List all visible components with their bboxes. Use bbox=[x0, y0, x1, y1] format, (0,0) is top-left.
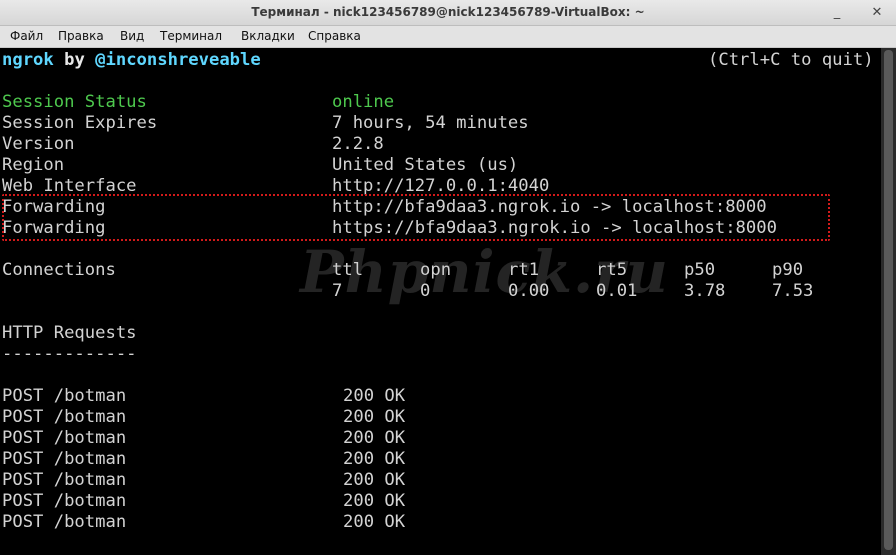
http-requests-title: HTTP Requests bbox=[2, 323, 137, 343]
session-expires-value: 7 hours, 54 minutes bbox=[332, 113, 529, 133]
author-name: @inconshreveable bbox=[95, 50, 261, 70]
session-status-label: Session Status bbox=[2, 92, 147, 112]
scrollbar-thumb[interactable] bbox=[884, 50, 893, 550]
window-title: Терминал - nick123456789@nick123456789-V… bbox=[251, 5, 645, 19]
request-path: POST /botman bbox=[2, 491, 127, 511]
menu-tabs[interactable]: Вкладки bbox=[241, 29, 295, 43]
request-path: POST /botman bbox=[2, 470, 127, 490]
request-path: POST /botman bbox=[2, 449, 127, 469]
request-status: 200 OK bbox=[343, 407, 406, 427]
vertical-scrollbar[interactable] bbox=[881, 48, 896, 555]
menu-view[interactable]: Вид bbox=[120, 29, 144, 43]
request-status: 200 OK bbox=[343, 470, 406, 490]
http-requests-divider: ------------- bbox=[2, 344, 137, 364]
forwarding-highlight-box bbox=[2, 194, 830, 241]
request-path: POST /botman bbox=[2, 386, 127, 406]
conn-val-p90: 7.53 bbox=[772, 281, 814, 301]
session-expires-label: Session Expires bbox=[2, 113, 158, 133]
request-path: POST /botman bbox=[2, 407, 127, 427]
version-label: Version bbox=[2, 134, 75, 154]
request-path: POST /botman bbox=[2, 512, 127, 532]
menu-help[interactable]: Справка bbox=[308, 29, 361, 43]
menu-file[interactable]: Файл bbox=[10, 29, 43, 43]
menu-bar: Файл Правка Вид Терминал Вкладки Справка bbox=[0, 26, 896, 48]
close-icon: ✕ bbox=[871, 5, 883, 20]
app-name: ngrok bbox=[2, 50, 54, 70]
request-status: 200 OK bbox=[343, 491, 406, 511]
menu-terminal[interactable]: Терминал bbox=[160, 29, 222, 43]
minimize-icon: _ bbox=[833, 5, 841, 20]
header-line: ngrok by @inconshreveable bbox=[2, 50, 261, 71]
conn-col-p90: p90 bbox=[772, 260, 804, 280]
minimize-button[interactable]: _ bbox=[826, 3, 848, 23]
request-status: 200 OK bbox=[343, 512, 406, 532]
version-value: 2.2.8 bbox=[332, 134, 384, 154]
session-status-value: online bbox=[332, 92, 395, 112]
region-value: United States (us) bbox=[332, 155, 519, 175]
request-path: POST /botman bbox=[2, 428, 127, 448]
close-button[interactable]: ✕ bbox=[866, 3, 888, 23]
connections-label: Connections bbox=[2, 260, 116, 280]
title-bar: Терминал - nick123456789@nick123456789-V… bbox=[0, 0, 896, 26]
request-status: 200 OK bbox=[343, 449, 406, 469]
menu-edit[interactable]: Правка bbox=[58, 29, 104, 43]
request-status: 200 OK bbox=[343, 428, 406, 448]
by-text: by bbox=[53, 50, 96, 70]
conn-val-p50: 3.78 bbox=[684, 281, 726, 301]
region-label: Region bbox=[2, 155, 65, 175]
request-status: 200 OK bbox=[343, 386, 406, 406]
quit-hint: (Ctrl+C to quit) bbox=[708, 50, 874, 70]
conn-col-p50: p50 bbox=[684, 260, 716, 280]
watermark: Phpnick.ru bbox=[300, 238, 669, 306]
